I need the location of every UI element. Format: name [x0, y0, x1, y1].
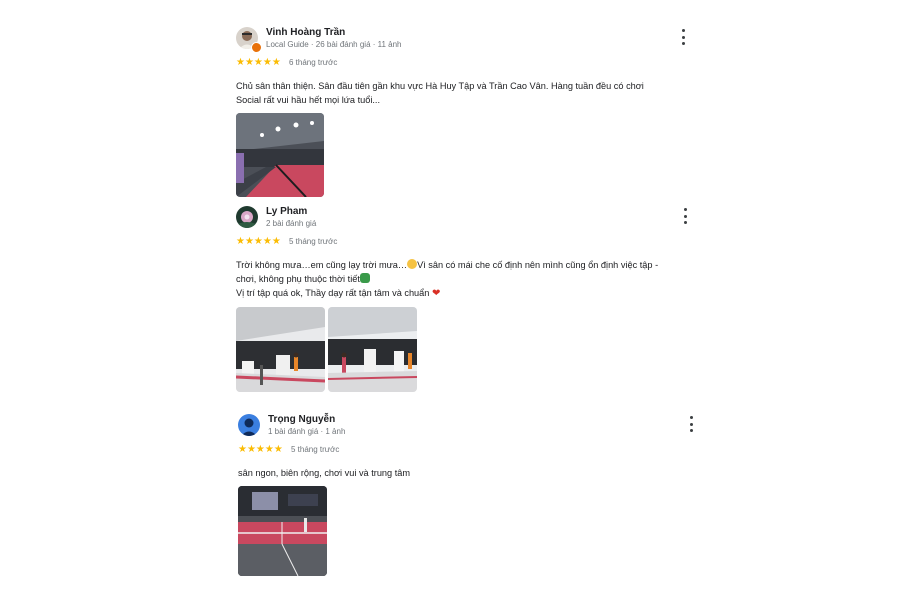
more-vert-icon[interactable]	[680, 208, 690, 224]
reviewer-name[interactable]: Trọng Nguyễn	[268, 414, 335, 425]
review-photo[interactable]	[238, 486, 327, 576]
review-text-line: chơi, không phụ thuộc thời tiết	[236, 274, 360, 284]
heart-emoji-icon: ❤	[431, 288, 441, 299]
review-header: Ly Pham 2 bài đánh giá	[236, 206, 706, 232]
review-header: Vinh Hoàng Trần Local Guide · 26 bài đán…	[236, 27, 706, 53]
rating-row: ★★★★★ 5 tháng trước	[238, 444, 708, 458]
reviewer-meta: Local Guide · 26 bài đánh giá · 11 ảnh	[266, 40, 402, 49]
more-vert-icon[interactable]	[678, 29, 688, 45]
review-photo[interactable]	[236, 113, 324, 197]
review-text-line-group: Vị trí tập quá ok, Thầy dạy rất tận tâm …	[236, 286, 706, 301]
star-rating: ★★★★★	[238, 444, 283, 455]
review-text-line: sân ngon, biên rộng, chơi vui và trung t…	[238, 468, 411, 478]
blue-avatar-icon[interactable]	[238, 414, 260, 436]
review-text: sân ngon, biên rộng, chơi vui và trung t…	[238, 466, 708, 480]
rating-row: ★★★★★ 5 tháng trước	[236, 236, 706, 250]
local-guide-badge-icon	[251, 42, 262, 53]
review-time: 5 tháng trước	[291, 445, 340, 454]
more-vert-icon[interactable]	[686, 416, 696, 432]
star-rating: ★★★★★	[236, 57, 281, 68]
review-text-line-group: Trời không mưa…em cũng lạy trời mưa… Vì s…	[236, 258, 706, 272]
review-text-line: Vị trí tập quá ok, Thầy dạy rất tận tâm …	[236, 288, 430, 298]
review-text: Chủ sân thân thiện. Sân đầu tiên gần khu…	[236, 79, 706, 107]
review-text-line: Social rất vui hầu hết mọi lứa tuổi...	[236, 95, 381, 105]
review-time: 5 tháng trước	[289, 237, 338, 246]
flower-avatar-icon[interactable]	[236, 206, 258, 228]
reviewer-meta: 2 bài đánh giá	[266, 219, 317, 228]
review-text-line: Chủ sân thân thiện. Sân đầu tiên gần khu…	[236, 81, 644, 91]
review-text-line: Trời không mưa…em cũng lạy trời mưa…	[236, 260, 408, 270]
review-text: Trời không mưa…em cũng lạy trời mưa… Vì s…	[236, 258, 706, 301]
review-header: Trọng Nguyễn 1 bài đánh giá · 1 ảnh	[238, 414, 708, 440]
review-card: Vinh Hoàng Trần Local Guide · 26 bài đán…	[236, 27, 706, 197]
review-card: Ly Pham 2 bài đánh giá ★★★★★ 5 tháng trư…	[236, 206, 706, 392]
smile-emoji-icon	[407, 259, 418, 269]
reviewer-name[interactable]: Vinh Hoàng Trần	[266, 27, 345, 38]
review-photo[interactable]	[328, 307, 417, 392]
review-photos	[236, 307, 706, 392]
review-text-line: Vì sân có mái che cố định nên mình cũng …	[417, 260, 659, 270]
review-photos	[238, 486, 708, 576]
clover-emoji-icon	[359, 273, 370, 283]
reviewer-meta: 1 bài đánh giá · 1 ảnh	[268, 427, 346, 436]
review-photos	[236, 113, 706, 197]
review-text-line-group: chơi, không phụ thuộc thời tiết	[236, 272, 706, 286]
reviewer-name[interactable]: Ly Pham	[266, 206, 307, 217]
review-time: 6 tháng trước	[289, 58, 338, 67]
review-photo[interactable]	[236, 307, 325, 392]
review-card: Trọng Nguyễn 1 bài đánh giá · 1 ảnh ★★★★…	[238, 414, 708, 576]
star-rating: ★★★★★	[236, 236, 281, 247]
rating-row: ★★★★★ 6 tháng trước	[236, 57, 706, 71]
